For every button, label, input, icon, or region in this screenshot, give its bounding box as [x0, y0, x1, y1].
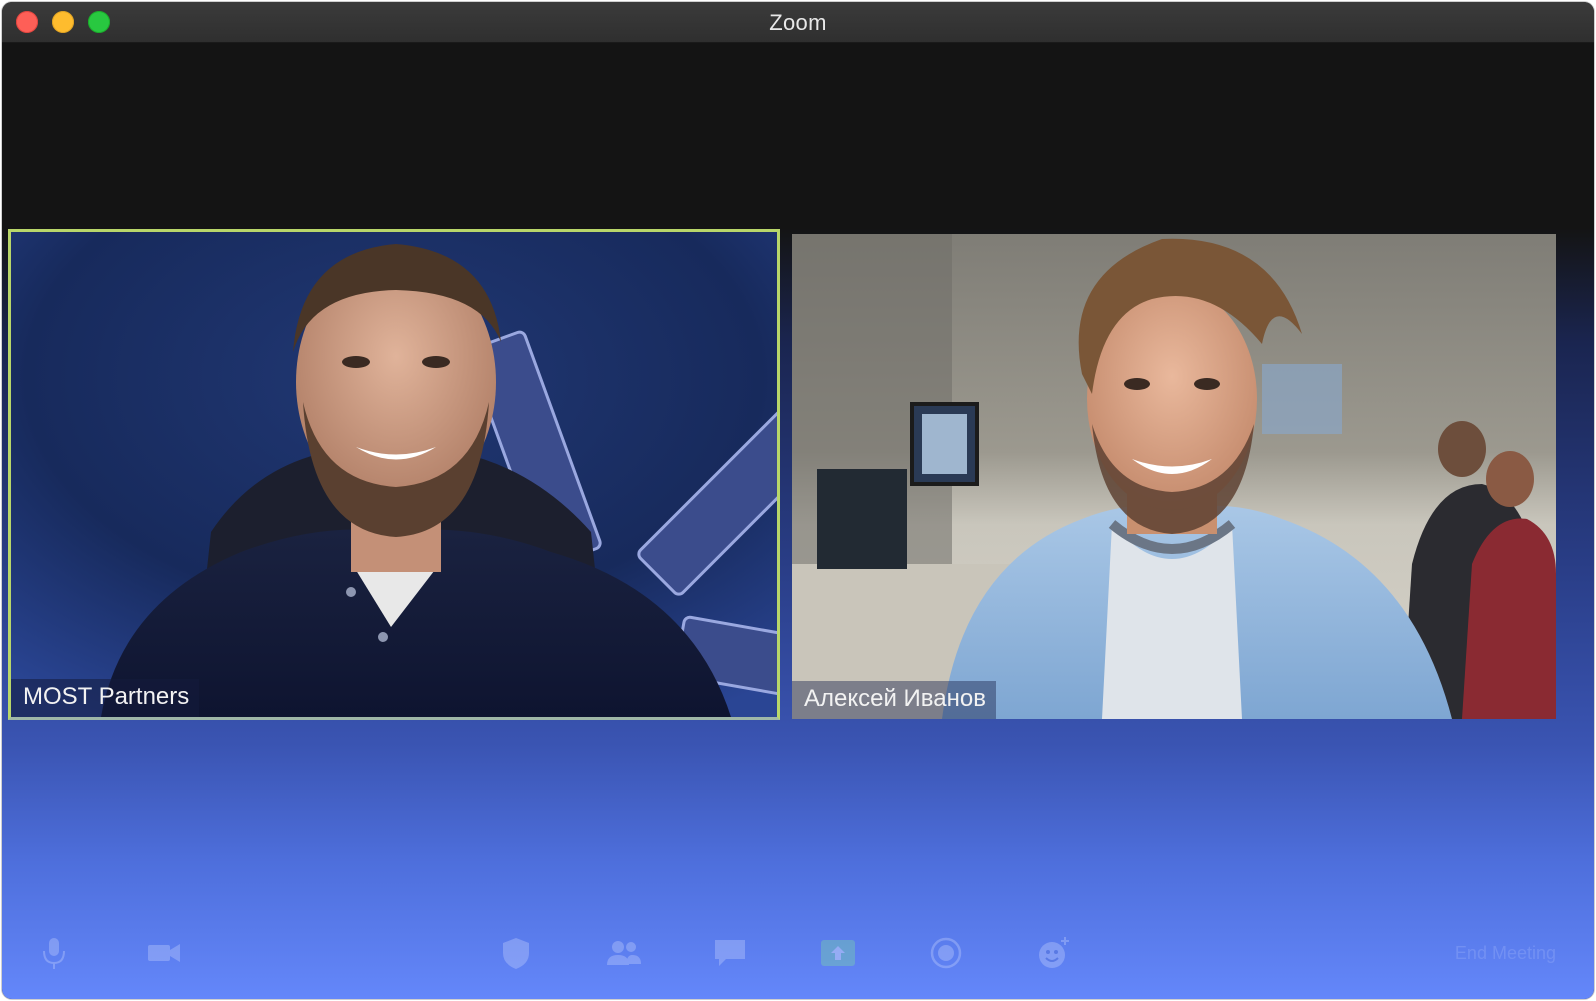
chat-icon[interactable] — [710, 935, 750, 971]
video-camera-icon[interactable] — [144, 935, 184, 971]
participants-icon[interactable] — [604, 935, 644, 971]
reactions-icon[interactable] — [1034, 935, 1074, 971]
security-shield-icon[interactable] — [496, 935, 536, 971]
share-screen-icon[interactable] — [818, 935, 858, 971]
zoom-window: Zoom MOST Partners Алексей Иванов End Me… — [2, 2, 1594, 999]
meeting-toolbar: End Meeting — [2, 923, 1594, 993]
participant-video-tile-most-partners[interactable]: MOST Partners — [8, 229, 780, 720]
participant-name-label: Алексей Иванов — [792, 681, 996, 719]
participant-name-label: MOST Partners — [11, 679, 200, 717]
title-bar: Zoom — [2, 2, 1594, 43]
participant-video-image — [11, 232, 777, 717]
meeting-area: MOST Partners Алексей Иванов End Meeting — [2, 43, 1594, 999]
participant-video-image — [792, 234, 1556, 719]
window-title: Zoom — [769, 10, 827, 35]
end-meeting-button[interactable]: End Meeting — [1455, 943, 1556, 964]
microphone-icon[interactable] — [34, 935, 74, 971]
participant-video-tile-aleksey-ivanov[interactable]: Алексей Иванов — [792, 234, 1556, 719]
record-icon[interactable] — [926, 935, 966, 971]
